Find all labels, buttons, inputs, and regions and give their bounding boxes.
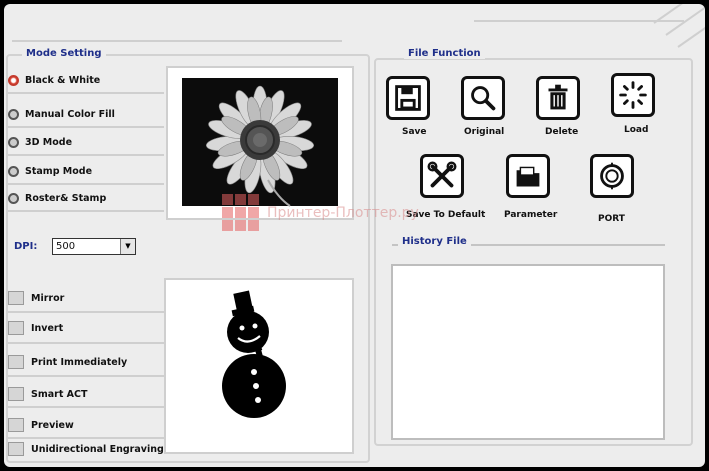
mode-3d[interactable]: 3D Mode (8, 130, 164, 156)
radio-icon[interactable] (8, 108, 19, 120)
port-label: PORT (598, 214, 625, 224)
option-label: Unidirectional Engraving (31, 443, 164, 455)
radio-icon[interactable] (8, 192, 19, 204)
delete-button[interactable] (536, 76, 580, 120)
checkbox[interactable] (8, 418, 24, 432)
radio-icon[interactable] (8, 136, 19, 148)
checkbox[interactable] (8, 355, 24, 369)
radio-selected-icon[interactable] (8, 74, 19, 86)
option-label: Smart ACT (31, 388, 88, 400)
mode-label: Roster& Stamp (25, 192, 107, 204)
mode-label: Manual Color Fill (25, 108, 115, 120)
load-button[interactable] (611, 73, 655, 117)
option-smart-act[interactable]: Smart ACT (8, 383, 164, 405)
dpi-select[interactable]: 500 ▼ (52, 238, 136, 255)
mode-roster-stamp[interactable]: Roster& Stamp (8, 186, 164, 212)
option-invert[interactable]: Invert (8, 317, 164, 339)
parameter-button[interactable] (506, 154, 550, 198)
decorative-line (677, 23, 705, 48)
divider (8, 342, 166, 344)
save-to-default-label: Save To Default (406, 210, 486, 220)
checkbox[interactable] (8, 442, 24, 456)
checkbox[interactable] (8, 387, 24, 401)
folder-icon (516, 166, 540, 187)
save-to-default-button[interactable] (420, 154, 464, 198)
mode-stamp[interactable]: Stamp Mode (8, 159, 164, 185)
history-file-title: History File (398, 236, 471, 247)
option-label: Invert (31, 322, 64, 334)
sunflower-image (182, 78, 338, 207)
port-icon (600, 162, 624, 190)
decorative-line (12, 40, 342, 42)
radio-icon[interactable] (8, 165, 19, 177)
option-label: Preview (31, 419, 74, 431)
engraver-window: Mode Setting Black & White Manual Color … (4, 4, 705, 467)
mode-manual-color-fill[interactable]: Manual Color Fill (8, 102, 164, 128)
snowman-image (222, 290, 286, 418)
tools-icon (427, 161, 457, 188)
history-file-list[interactable] (391, 264, 665, 440)
option-label: Mirror (31, 292, 65, 304)
option-print-immediately[interactable]: Print Immediately (8, 351, 164, 373)
option-label: Print Immediately (31, 356, 128, 368)
delete-label: Delete (545, 127, 579, 137)
mode-label: 3D Mode (25, 136, 73, 148)
mode-label: Stamp Mode (25, 165, 93, 177)
save-label: Save (402, 127, 427, 137)
checkbox[interactable] (8, 291, 24, 305)
stamp-preview (164, 278, 354, 454)
option-mirror[interactable]: Mirror (8, 287, 164, 309)
magnifier-icon (471, 86, 496, 111)
file-function-title: File Function (404, 48, 485, 59)
original-label: Original (464, 127, 505, 137)
dpi-label: DPI: (14, 241, 38, 252)
mode-setting-title: Mode Setting (22, 48, 106, 59)
floppy-disk-icon (395, 85, 421, 111)
original-button[interactable] (461, 76, 505, 120)
divider (8, 406, 166, 408)
trash-icon (548, 84, 568, 110)
save-button[interactable] (386, 76, 430, 120)
mode-black-white[interactable]: Black & White (8, 68, 164, 94)
parameter-label: Parameter (504, 210, 558, 220)
mode-label: Black & White (25, 74, 101, 86)
option-unidirectional-engraving[interactable]: Unidirectional Engraving (8, 438, 164, 460)
loading-spinner-icon (619, 81, 647, 109)
load-label: Load (624, 125, 649, 135)
checkbox[interactable] (8, 321, 24, 335)
port-button[interactable] (590, 154, 634, 198)
divider (8, 311, 166, 313)
chevron-down-icon[interactable]: ▼ (120, 239, 135, 254)
image-preview (166, 66, 354, 220)
dpi-value: 500 (56, 241, 76, 252)
option-preview[interactable]: Preview (8, 414, 164, 436)
divider (8, 375, 166, 377)
